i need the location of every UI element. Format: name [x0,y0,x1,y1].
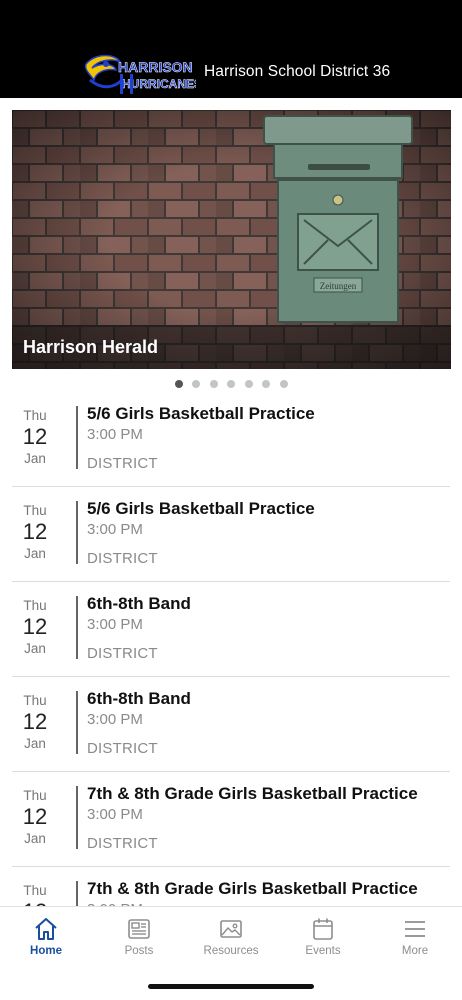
tab-more[interactable]: More [375,917,455,957]
event-calendar: DISTRICT [87,455,158,472]
event-title: 6th-8th Band [87,689,191,708]
event-row[interactable]: Thu 12 Jan 5/6 Girls Basketball Practice 3:0… [12,392,450,487]
event-title: 7th & 8th Grade Girls Basketball Practic… [87,879,418,898]
event-day: 12 [22,424,48,449]
app-header: HARRISON HURRICANES Harrison School Dist… [0,0,462,98]
event-info: 7th & 8th Grade Girls Basketball Practic… [87,879,450,906]
event-time: 3:00 PM [87,711,143,728]
event-divider [76,501,78,564]
event-time: 3:00 PM [87,616,143,633]
tab-events[interactable]: Events [283,917,363,957]
event-weekday: Thu [23,883,47,898]
tab-home[interactable]: Home [6,917,86,957]
event-date: Thu12 Jan [12,788,58,846]
event-day: 12 [22,614,48,639]
event-info: 5/6 Girls Basketball Practice 3:00 PM DIST… [87,404,450,472]
harrison-hurricanes-logo: HARRISON HURRICANES [84,50,202,96]
posts-icon [128,919,150,939]
tab-posts[interactable]: Posts [99,917,179,957]
carousel-dot[interactable] [174,380,183,388]
event-info: 6th-8th Band 3:00 PM DISTRICT [87,594,450,662]
event-date: Thu12 Jan [12,693,58,751]
event-divider [76,406,78,469]
event-title: 6th-8th Band [87,594,191,613]
event-info: 7th & 8th Grade Girls Basketball Practic… [87,784,450,852]
event-info: 5/6 Girls Basketball Practice 3:00 PM DIST… [87,499,450,567]
event-weekday: Thu [23,693,47,708]
resources-icon [220,920,242,938]
carousel-dot[interactable] [262,380,270,388]
event-date: Thu12 Jan [12,503,58,561]
hero-banner[interactable]: Zeitungen Harrison Herald [12,110,451,369]
event-divider [76,691,78,754]
logo-text-top: HARRISON [118,59,193,75]
event-time: 3:00 PM [87,521,143,538]
event-day: 12 [12,899,58,906]
event-weekday: Thu [23,408,47,423]
tab-posts-label: Posts [124,945,154,957]
event-divider [76,786,78,849]
home-icon [35,918,57,940]
event-day: 12 [22,519,48,544]
event-month: Jan [24,831,46,846]
tab-events-label: Events [305,945,341,957]
event-time: 3:00 PM [87,806,143,823]
event-date: Thu12 Jan [12,408,58,466]
events-list: Thu 12 Jan 5/6 Girls Basketball Practice 3:0… [0,392,462,906]
carousel-dot[interactable] [192,380,200,388]
event-date: Thu12 Jan [12,598,58,656]
event-row[interactable]: Thu12Jan 7th & 8th Grade Girls Basketball… [12,867,450,906]
event-month: Jan [24,451,46,466]
event-month: Jan [24,546,46,561]
logo-text-bottom: HURRICANES [122,77,196,91]
event-row[interactable]: Thu 12 Jan 6th-8th Band 3:00 PM DISTRICT [12,582,450,677]
event-divider [76,881,78,906]
home-indicator[interactable] [148,984,314,989]
carousel-dot[interactable] [227,380,235,388]
event-date: Thu12Jan [12,883,58,906]
event-row[interactable]: Thu 12 Jan 6th-8th Band 3:00 PM DISTRICT [12,677,450,772]
event-row[interactable]: Thu 12 Jan 5/6 Girls Basketball Practice 3:0… [12,487,450,582]
event-day: 12 [22,709,48,734]
tab-more-label: More [401,945,429,957]
event-calendar: DISTRICT [87,740,158,757]
event-weekday: Thu [23,503,47,518]
event-title: 5/6 Girls Basketball Practice [87,404,315,423]
event-divider [76,596,78,659]
carousel-pagination[interactable] [0,380,462,388]
more-icon [405,921,425,937]
event-day: 12 [22,804,48,829]
event-row[interactable]: Thu12 Jan 7th & 8th Grade Girls Basketball… [12,772,450,867]
event-calendar: DISTRICT [87,645,158,662]
tab-home-label: Home [30,945,62,957]
tab-resources-label: Resources [203,945,259,957]
event-weekday: Thu [23,598,47,613]
event-weekday: Thu [23,788,47,803]
carousel-dot[interactable] [209,380,218,388]
event-calendar: DISTRICT [87,550,158,567]
tab-resources[interactable]: Resources [191,917,271,957]
events-icon [313,918,333,940]
event-title: 7th & 8th Grade Girls Basketball Practic… [87,784,418,803]
mailbox-label: Zeitungen [320,281,357,291]
district-title: Harrison School District 36 [204,63,391,80]
event-calendar: DISTRICT [87,835,158,852]
event-month: Jan [24,641,46,656]
event-time: 3:00 PM [87,426,143,443]
event-info: 6th-8th Band 3:00 PM DISTRICT [87,689,450,757]
carousel-dot[interactable] [244,380,253,388]
event-month: Jan [24,736,46,751]
carousel-dot[interactable] [279,380,288,388]
event-title: 5/6 Girls Basketball Practice [87,499,315,518]
hero-caption: Harrison Herald [23,337,159,357]
